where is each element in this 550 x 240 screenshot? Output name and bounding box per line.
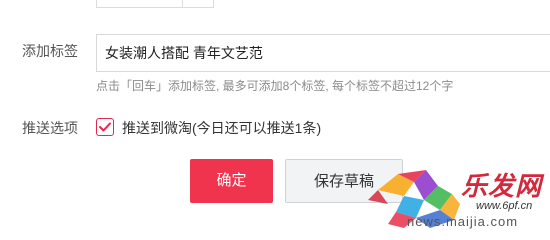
push-weitao-checkbox[interactable] [96,118,114,136]
previous-field-input[interactable] [96,0,214,8]
watermark-brand: 乐发网 [461,171,543,201]
tags-input[interactable]: 女装潮人搭配 青年文艺范 [96,34,550,72]
watermark-url-primary: www.6pf.cn [476,200,533,212]
push-options-label: 推送选项 [22,120,78,136]
tags-label: 添加标签 [22,43,78,59]
confirm-button[interactable]: 确定 [190,159,273,203]
watermark-url-secondary: news.maijia.com [407,214,519,229]
tags-hint: 点击「回车」添加标签, 最多可添加8个标签, 每个标签不超过12个字 [96,79,454,93]
push-weitao-label[interactable]: 推送到微淘(今日还可以推送1条) [122,119,321,137]
previous-field-divider [182,0,183,8]
checkmark-icon [99,122,111,132]
